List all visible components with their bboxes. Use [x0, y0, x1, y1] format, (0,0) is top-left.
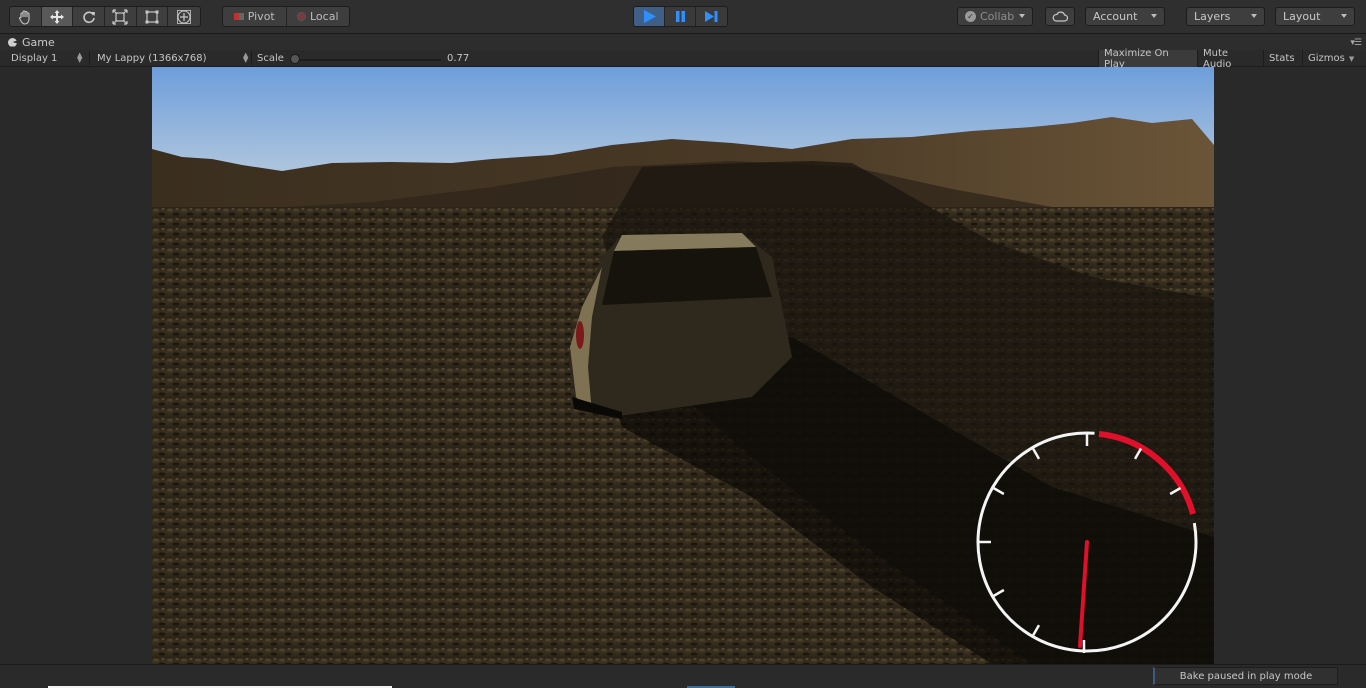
- status-bar: Bake paused in play mode: [0, 664, 1366, 688]
- rotate-icon: [82, 10, 95, 23]
- scale-value: 0.77: [447, 50, 469, 66]
- game-view-toolbar: Display 1 ▲ ▼ My Lappy (1366x768) ▲ ▼ Scal…: [0, 48, 1366, 70]
- pivot-icon: [233, 13, 244, 20]
- play-button[interactable]: [634, 7, 665, 26]
- main-toolbar: Pivot Local ✓ Collab Account Layers Layo…: [0, 0, 1366, 34]
- cloud-services-button[interactable]: [1045, 7, 1075, 26]
- stats-label: Stats: [1269, 53, 1295, 64]
- scale-tool-button[interactable]: [105, 7, 137, 26]
- layers-label: Layers: [1194, 10, 1231, 23]
- scale-label-text: Scale: [257, 52, 284, 64]
- chevron-down-icon: [1019, 14, 1025, 18]
- play-icon: [643, 10, 656, 23]
- check-icon: ✓: [965, 11, 976, 22]
- gizmos-label: Gizmos: [1308, 53, 1345, 64]
- resolution-dropdown[interactable]: My Lappy (1366x768): [97, 50, 247, 66]
- resolution-updown-icon: ▲ ▼: [243, 51, 249, 64]
- pivot-label: Pivot: [247, 10, 275, 23]
- game-tab-title: Game: [22, 35, 55, 49]
- game-viewport: [0, 67, 1366, 664]
- rect-tool-button[interactable]: [137, 7, 169, 26]
- rect-transform-icon: [145, 10, 159, 23]
- scale-label: Scale: [257, 50, 284, 66]
- account-label: Account: [1093, 10, 1138, 23]
- pivot-mode-group: Pivot Local: [222, 6, 350, 27]
- stats-toggle[interactable]: Stats: [1263, 50, 1302, 67]
- mute-audio-toggle[interactable]: Mute Audio: [1197, 48, 1263, 70]
- move-tool-button[interactable]: [41, 7, 74, 26]
- game-tab[interactable]: Game: [4, 34, 55, 50]
- game-scene[interactable]: [152, 67, 1214, 664]
- step-button[interactable]: [696, 7, 727, 26]
- combined-transform-tool-button[interactable]: [168, 7, 200, 26]
- divider: [251, 51, 252, 65]
- scale-slider-handle[interactable]: [290, 54, 300, 64]
- layers-dropdown[interactable]: Layers: [1186, 7, 1265, 26]
- gizmos-dropdown[interactable]: Gizmos ▼: [1302, 50, 1362, 67]
- chevron-down-icon: ▼: [1348, 54, 1355, 63]
- hand-icon: [19, 9, 30, 25]
- rotate-tool-button[interactable]: [73, 7, 106, 26]
- hand-tool-button[interactable]: [10, 7, 42, 26]
- pause-icon: [675, 11, 685, 22]
- tab-menu-icon[interactable]: ▾☰: [1350, 38, 1362, 48]
- cloud-icon: [1052, 11, 1068, 22]
- layout-dropdown[interactable]: Layout: [1275, 7, 1355, 26]
- bake-status-text: Bake paused in play mode: [1179, 670, 1313, 682]
- move-arrows-icon: [50, 9, 64, 24]
- pivot-toggle[interactable]: Pivot: [223, 7, 287, 26]
- local-toggle[interactable]: Local: [287, 7, 350, 26]
- maximize-on-play-toggle[interactable]: Maximize On Play: [1098, 48, 1197, 70]
- transform-gizmo-icon: [177, 9, 192, 24]
- step-icon: [705, 11, 718, 22]
- scale-value-text: 0.77: [447, 52, 470, 64]
- scale-slider-track[interactable]: [293, 59, 441, 61]
- bake-status[interactable]: Bake paused in play mode: [1153, 667, 1338, 685]
- display-label: Display 1: [11, 52, 58, 64]
- account-dropdown[interactable]: Account: [1085, 7, 1165, 26]
- local-label: Local: [309, 10, 339, 23]
- game-controller-icon: [8, 37, 17, 47]
- collab-dropdown[interactable]: ✓ Collab: [957, 7, 1033, 26]
- transform-tool-group: [9, 6, 201, 27]
- divider: [89, 51, 90, 65]
- local-globe-icon: [296, 12, 306, 21]
- collab-label: Collab: [980, 10, 1015, 23]
- chevron-down-icon: [1251, 14, 1257, 18]
- display-updown-icon: ▲ ▼: [77, 51, 83, 64]
- layout-label: Layout: [1283, 10, 1321, 23]
- scene-render: [152, 67, 1214, 664]
- playmode-group: [633, 6, 728, 27]
- pause-button[interactable]: [665, 7, 696, 26]
- resolution-label: My Lappy (1366x768): [97, 52, 207, 64]
- display-dropdown[interactable]: Display 1: [11, 50, 86, 66]
- chevron-down-icon: [1151, 14, 1157, 18]
- scale-icon: [112, 8, 128, 25]
- chevron-down-icon: [1341, 14, 1347, 18]
